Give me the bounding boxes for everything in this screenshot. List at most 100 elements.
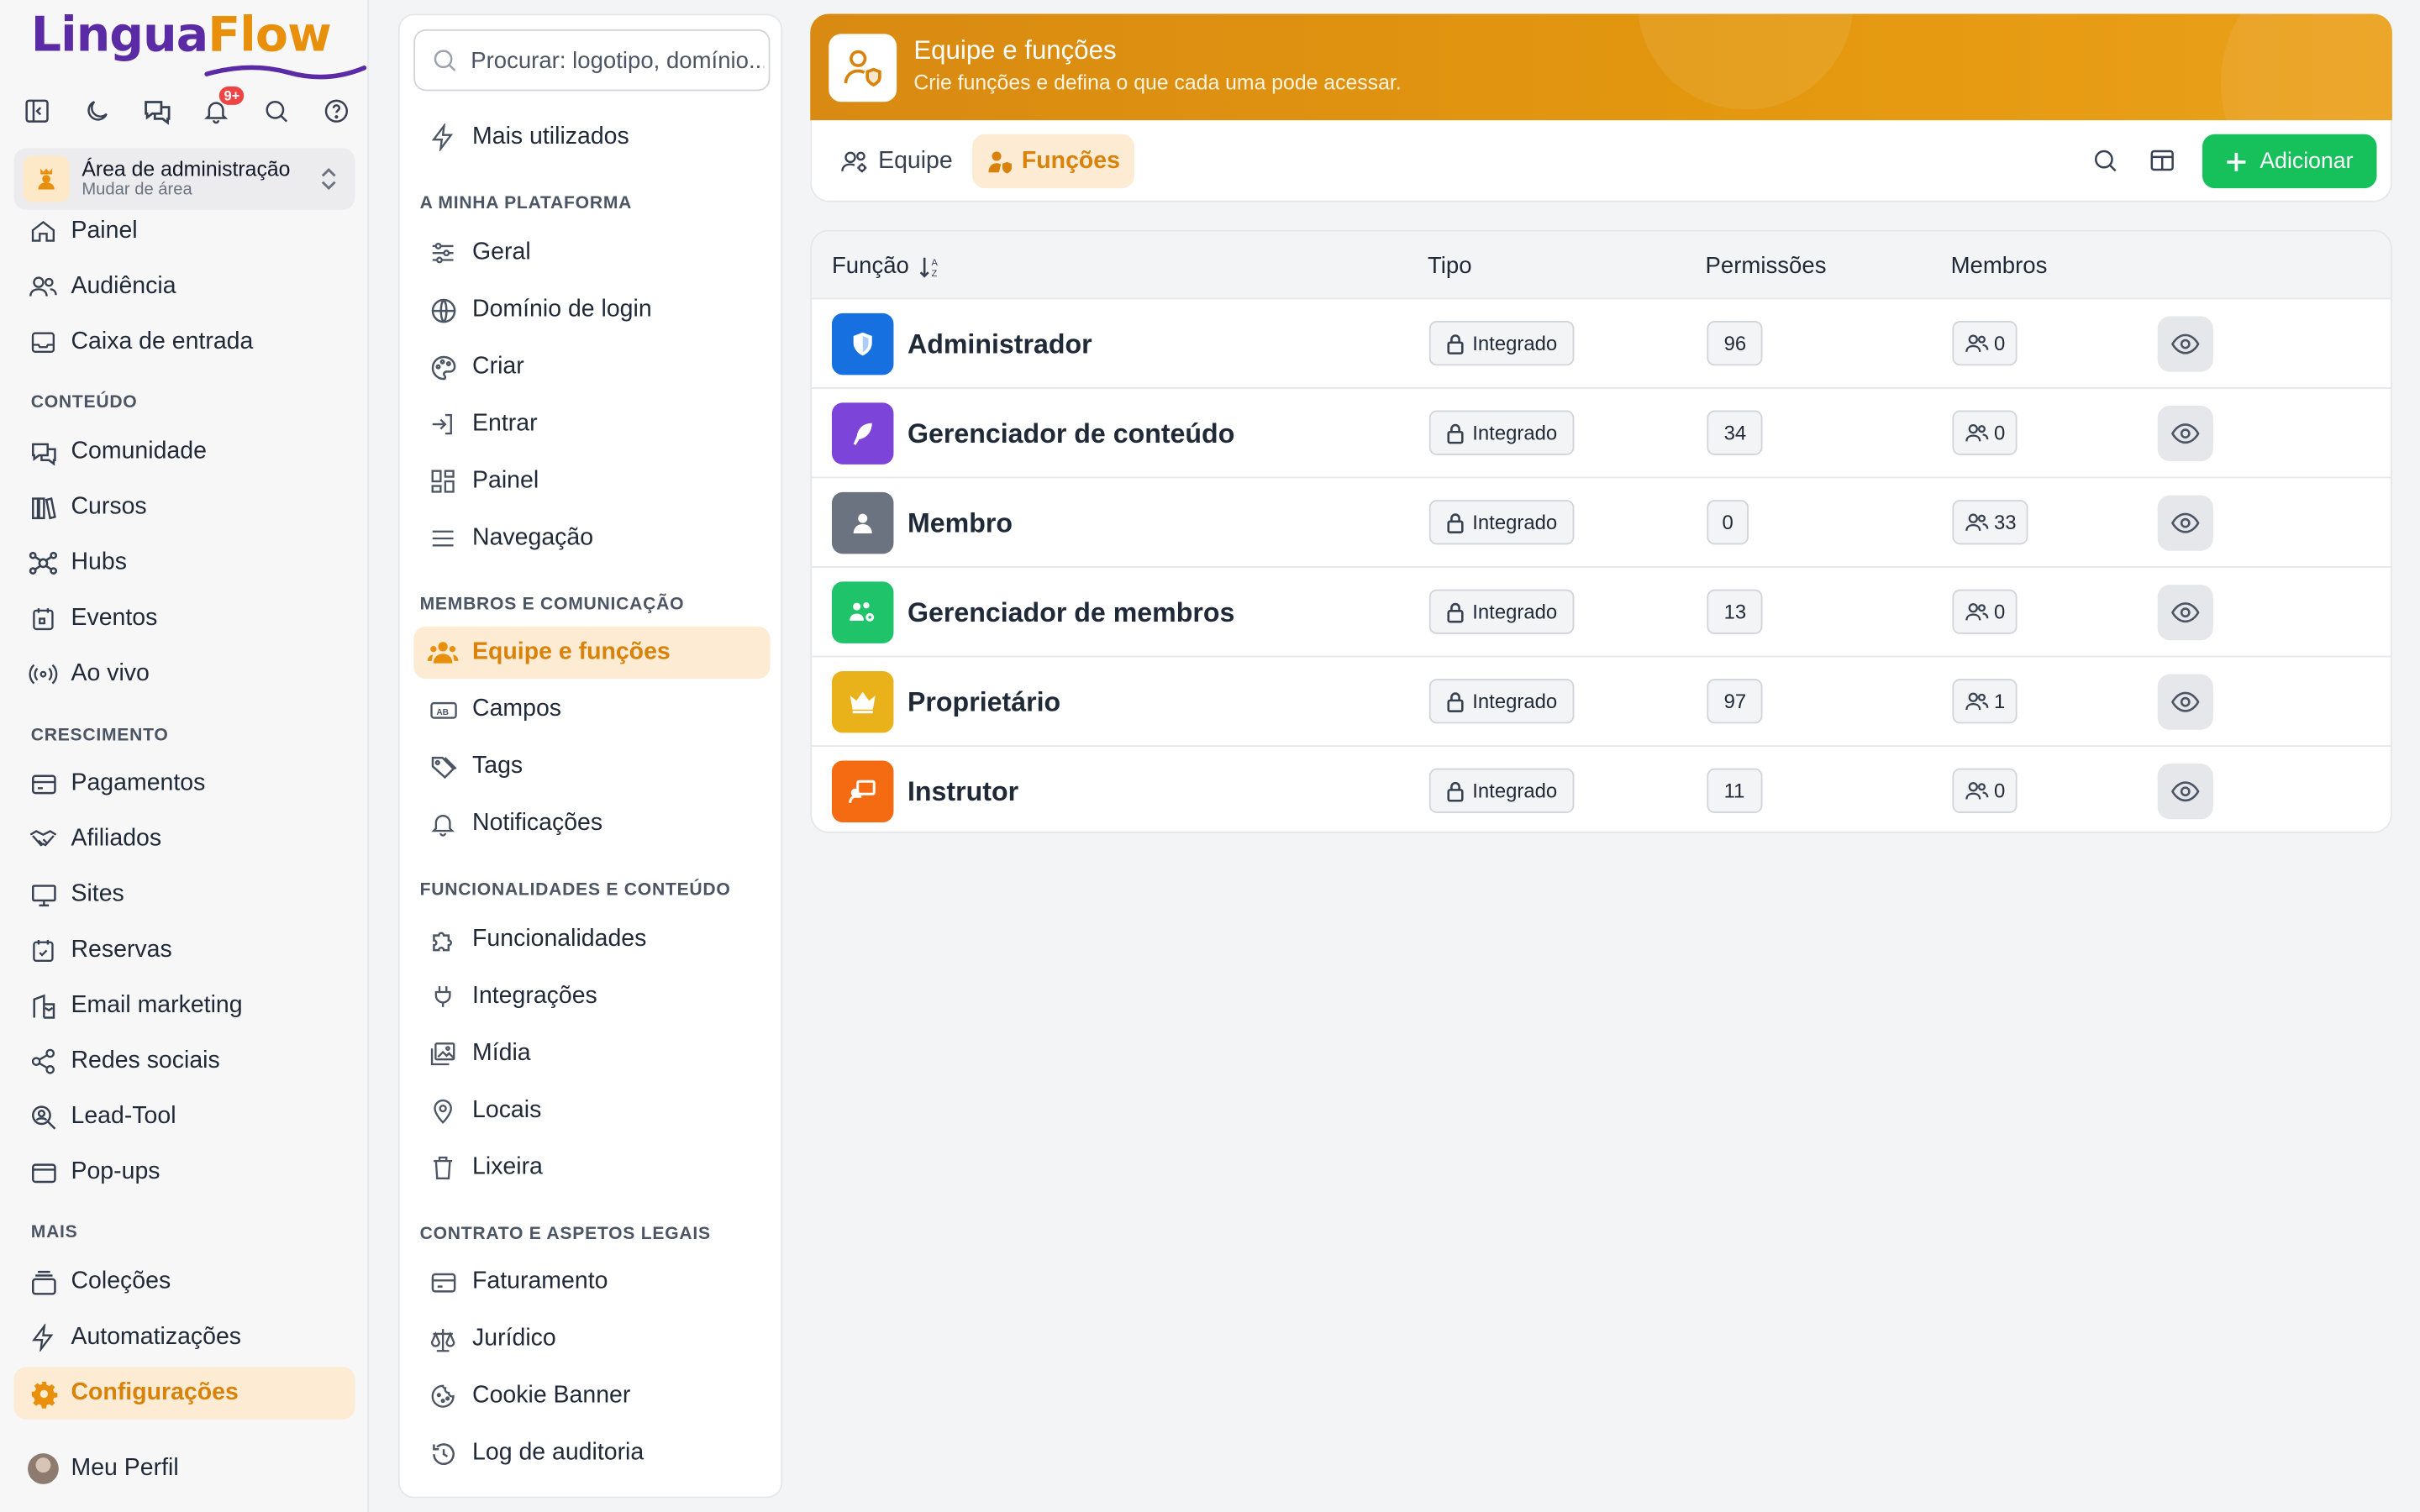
table-row[interactable]: Gerenciador de membros Integrado 13 0 xyxy=(812,568,2391,658)
settings-item-notificacoes[interactable]: Notificações xyxy=(413,798,770,850)
permissions-count: 13 xyxy=(1707,589,1764,634)
settings-item-locais[interactable]: Locais xyxy=(413,1084,770,1137)
area-switcher[interactable]: Área de administração Mudar de área xyxy=(13,148,355,210)
tab-funcoes[interactable]: Funções xyxy=(972,134,1134,189)
members-count: 0 xyxy=(1952,589,2018,634)
nav-item-painel[interactable]: Painel xyxy=(14,205,355,257)
view-role-button[interactable] xyxy=(2157,764,2213,820)
settings-item-midia[interactable]: Mídia xyxy=(413,1027,770,1079)
table-row[interactable]: Membro Integrado 0 33 xyxy=(812,478,2391,568)
type-badge: Integrado xyxy=(1428,679,1575,724)
avatar xyxy=(28,1453,59,1484)
type-badge: Integrado xyxy=(1428,410,1575,455)
svg-text:AB: AB xyxy=(435,707,448,717)
help-icon[interactable] xyxy=(319,94,353,128)
nav-item-hubs[interactable]: Hubs xyxy=(14,537,355,589)
credit-card-icon xyxy=(28,769,59,800)
table-row[interactable]: Proprietário Integrado 97 1 xyxy=(812,657,2391,747)
view-role-button[interactable] xyxy=(2157,316,2213,372)
nav-item-audiencia[interactable]: Audiência xyxy=(14,260,355,312)
table-row[interactable]: Gerenciador de conteúdo Integrado 34 0 xyxy=(812,389,2391,479)
nav-item-redes-sociais[interactable]: Redes sociais xyxy=(14,1035,355,1087)
nav-item-eventos[interactable]: Eventos xyxy=(14,592,355,644)
page-header-banner: Equipe e funções Crie funções e defina o… xyxy=(810,13,2392,121)
nav-item-cursos[interactable]: Cursos xyxy=(14,481,355,533)
collections-icon xyxy=(28,1267,59,1298)
settings-item-geral[interactable]: Geral xyxy=(413,227,770,279)
nav-item-afiliados[interactable]: Afiliados xyxy=(14,813,355,865)
settings-item-criar[interactable]: Criar xyxy=(413,341,770,393)
nav-item-ao-vivo[interactable]: Ao vivo xyxy=(14,648,355,700)
user-shield-icon xyxy=(829,34,897,102)
notifications-icon[interactable]: 9+ xyxy=(200,86,245,128)
settings-item-entrar[interactable]: Entrar xyxy=(413,398,770,450)
search-icon[interactable] xyxy=(2088,144,2122,177)
settings-item-cookie-banner[interactable]: Cookie Banner xyxy=(413,1370,770,1422)
settings-item-log-auditoria[interactable]: Log de auditoria xyxy=(413,1427,770,1479)
table-row[interactable]: Administrador Integrado 96 0 xyxy=(812,299,2391,389)
settings-item-dominio[interactable]: Domínio de login xyxy=(413,284,770,336)
nav-item-sites[interactable]: Sites xyxy=(14,869,355,921)
members-count: 0 xyxy=(1952,321,2018,366)
fields-icon: AB xyxy=(428,695,459,726)
nav-item-meu-perfil[interactable]: Meu Perfil xyxy=(14,1442,355,1494)
user-search-icon xyxy=(28,1101,59,1132)
table-row[interactable]: Instrutor Integrado 11 0 xyxy=(812,747,2391,832)
column-header-funcao[interactable]: Função AZ xyxy=(832,253,943,279)
search-icon[interactable] xyxy=(260,94,293,128)
columns-icon[interactable] xyxy=(2145,144,2179,177)
settings-item-painel[interactable]: Painel xyxy=(413,455,770,507)
settings-item-funcionalidades[interactable]: Funcionalidades xyxy=(413,913,770,965)
view-role-button[interactable] xyxy=(2157,406,2213,462)
palette-icon xyxy=(428,352,459,383)
users-icon xyxy=(1965,423,1989,443)
nav-item-reservas[interactable]: Reservas xyxy=(14,924,355,976)
view-role-button[interactable] xyxy=(2157,585,2213,641)
members-count: 0 xyxy=(1952,768,2018,813)
nav-item-lead-tool[interactable]: Lead-Tool xyxy=(14,1091,355,1143)
chat-icon[interactable] xyxy=(139,94,173,128)
column-header-membros: Membros xyxy=(1950,253,2048,280)
nav-item-pagamentos[interactable]: Pagamentos xyxy=(14,758,355,810)
nav-item-colecoes[interactable]: Coleções xyxy=(14,1256,355,1308)
lock-icon xyxy=(1446,333,1465,354)
settings-item-lixeira[interactable]: Lixeira xyxy=(413,1142,770,1194)
column-header-tipo: Tipo xyxy=(1427,253,1472,280)
app-logo[interactable]: LinguaFlow xyxy=(31,6,367,80)
lock-icon xyxy=(1446,422,1465,444)
home-icon xyxy=(28,216,59,247)
nav-item-automatizacoes[interactable]: Automatizações xyxy=(14,1311,355,1363)
tab-equipe[interactable]: Equipe xyxy=(826,134,967,188)
settings-item-equipe-funcoes[interactable]: Equipe e funções xyxy=(413,626,771,680)
nav-item-configuracoes[interactable]: Configurações xyxy=(13,1367,355,1420)
settings-search[interactable] xyxy=(413,29,771,92)
members-count: 1 xyxy=(1952,679,2018,724)
settings-item-juridico[interactable]: Jurídico xyxy=(413,1313,770,1365)
settings-item-tags[interactable]: Tags xyxy=(413,741,770,793)
plus-icon xyxy=(2226,150,2248,172)
settings-item-navegacao[interactable]: Navegação xyxy=(413,512,770,564)
globe-icon xyxy=(428,295,459,326)
page-subtitle: Crie funções e defina o que cada uma pod… xyxy=(913,71,1402,95)
settings-item-faturamento[interactable]: Faturamento xyxy=(413,1256,770,1308)
nav-section-mais: MAIS xyxy=(30,1223,78,1242)
settings-item-campos[interactable]: AB Campos xyxy=(413,684,770,736)
gear-icon xyxy=(28,1378,59,1409)
users-icon xyxy=(28,271,59,302)
settings-item-integracoes[interactable]: Integrações xyxy=(413,970,770,1022)
add-role-button[interactable]: Adicionar xyxy=(2202,134,2377,189)
nav-item-email-marketing[interactable]: Email marketing xyxy=(14,979,355,1032)
lock-icon xyxy=(1446,601,1465,622)
view-role-button[interactable] xyxy=(2157,674,2213,730)
main-sidebar: LinguaFlow 9+ Área de administração Muda… xyxy=(0,0,369,1512)
plug-icon xyxy=(428,981,459,1012)
settings-search-input[interactable] xyxy=(471,47,765,74)
nav-item-pop-ups[interactable]: Pop-ups xyxy=(14,1147,355,1199)
nav-item-caixa-entrada[interactable]: Caixa de entrada xyxy=(14,317,355,369)
nav-item-comunidade[interactable]: Comunidade xyxy=(14,426,355,478)
settings-item-mais-utilizados[interactable]: Mais utilizados xyxy=(413,111,770,163)
collapse-sidebar-icon[interactable] xyxy=(20,94,54,128)
dark-mode-icon[interactable] xyxy=(80,94,113,128)
eye-icon xyxy=(2171,602,2200,623)
view-role-button[interactable] xyxy=(2157,495,2213,551)
